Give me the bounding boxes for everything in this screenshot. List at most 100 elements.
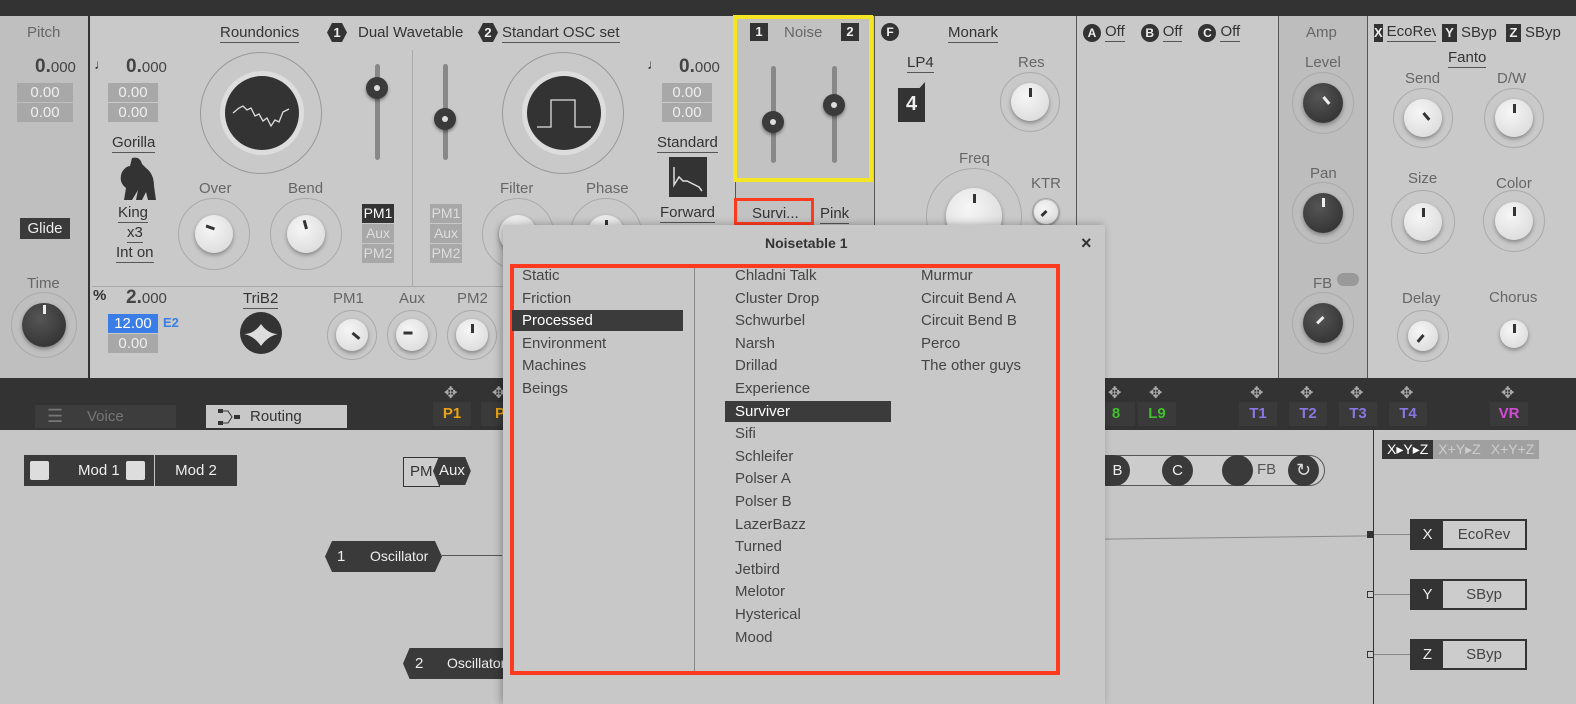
drag-handle-icon[interactable]: ✥ [1149, 383, 1162, 403]
fx-chain-node[interactable]: Z SByp [1410, 639, 1527, 670]
insert-c-node[interactable]: C [1162, 455, 1193, 486]
noise-item[interactable]: Perco [911, 333, 1051, 354]
dw-knob[interactable] [1484, 88, 1544, 148]
pm1-knob[interactable] [327, 310, 377, 360]
insert-slot-b[interactable]: B Off [1140, 23, 1183, 42]
drag-handle-icon[interactable]: ✥ [1300, 383, 1313, 403]
noise-item[interactable]: Cluster Drop [725, 288, 891, 309]
noise-item[interactable]: Chladni Talk [725, 265, 891, 286]
osc2-slot[interactable]: 2 [478, 23, 498, 42]
bend-knob[interactable] [270, 198, 342, 270]
osc2-type[interactable]: Standart OSC set [502, 24, 620, 43]
pitch-fine-2[interactable]: 0.00 [17, 103, 73, 122]
noise-item[interactable]: Schwurbel [725, 310, 891, 331]
category-item[interactable]: Environment [512, 333, 683, 354]
mod-source-t4[interactable]: T4 [1389, 402, 1427, 426]
category-item[interactable]: Machines [512, 355, 683, 376]
tab-routing[interactable]: Routing [206, 405, 347, 428]
aux-knob[interactable] [387, 310, 437, 360]
insert-slot-c[interactable]: C Off [1198, 23, 1241, 42]
mod-source-t2[interactable]: T2 [1289, 402, 1327, 426]
noise-item[interactable]: Circuit Bend B [911, 310, 1051, 331]
osc2-direction[interactable]: Forward [660, 204, 716, 223]
osc2-node[interactable]: 2 Oscillator [403, 648, 513, 679]
time-knob[interactable] [11, 292, 77, 358]
size-knob[interactable] [1391, 190, 1455, 254]
noise-item[interactable]: Surviver [725, 400, 891, 422]
osc2-pm2-button[interactable]: PM2 [430, 244, 462, 263]
mod1-toggle[interactable] [30, 461, 49, 480]
chorus-knob[interactable] [1498, 318, 1530, 350]
osc1-fine-1[interactable]: 0.00 [108, 83, 158, 102]
noise-item[interactable]: Polser B [725, 491, 891, 512]
fx-mode-1[interactable]: X+Y▸Z [1433, 440, 1486, 459]
noise-item[interactable]: Murmur [911, 265, 1051, 286]
osc1-mode-int[interactable]: Int on [116, 244, 154, 263]
noise-item[interactable]: Schleifer [725, 446, 891, 467]
fx-chain-node[interactable]: Y SByp [1410, 579, 1527, 610]
wavetable-select[interactable]: Roundonics [220, 24, 300, 43]
drag-handle-icon[interactable]: ✥ [444, 383, 457, 403]
fx-chain-node[interactable]: X EcoRev [1410, 519, 1527, 550]
noise-slot-2[interactable]: 2 [841, 23, 859, 41]
pm-fine[interactable]: 0.00 [108, 334, 158, 353]
osc1-mode-select[interactable]: Gorilla [112, 134, 156, 153]
osc1-mode-name[interactable]: King [118, 204, 149, 223]
noise-item[interactable]: Melotor [725, 581, 891, 602]
fx-slot-y[interactable]: Y SByp [1442, 23, 1500, 42]
noise-item[interactable]: Circuit Bend A [911, 288, 1051, 309]
osc1-mode-mult[interactable]: x3 [127, 224, 143, 243]
noise-item[interactable]: Mood [725, 627, 891, 648]
pm-semitone[interactable]: 12.00 [108, 314, 158, 333]
osc2-mode-select[interactable]: Standard [657, 134, 718, 153]
osc1-type[interactable]: Dual Wavetable [358, 24, 463, 41]
drag-handle-icon[interactable]: ✥ [1108, 383, 1121, 403]
drag-handle-icon[interactable]: ✥ [1350, 383, 1363, 403]
pm-ratio[interactable]: 2.000 [126, 287, 167, 309]
osc1-pm2-button[interactable]: PM2 [362, 244, 394, 263]
noise-item[interactable]: Jetbird [725, 559, 891, 580]
mod-source-l9[interactable]: L9 [1138, 402, 1176, 426]
glide-button[interactable]: Glide [20, 218, 70, 239]
mod-source-t3[interactable]: T3 [1339, 402, 1377, 426]
mod-source-p1[interactable]: P1 [433, 402, 471, 426]
mod2-node[interactable]: Mod 2 [155, 455, 237, 486]
osc1-pitch[interactable]: 0.000 [126, 56, 167, 78]
pm2-knob[interactable] [447, 310, 497, 360]
delay-knob[interactable] [1397, 310, 1449, 362]
fx-mode-0[interactable]: X▸Y▸Z [1382, 440, 1434, 459]
res-knob[interactable] [1000, 72, 1060, 132]
mod-source-t1[interactable]: T1 [1239, 402, 1277, 426]
level-knob[interactable] [1292, 72, 1354, 134]
fx-chain-port[interactable] [1367, 591, 1374, 598]
category-item[interactable]: Friction [512, 288, 683, 309]
osc2-pitch[interactable]: 0.000 [679, 56, 720, 78]
osc1-node[interactable]: 1 Oscillator [325, 541, 442, 572]
noise-item[interactable]: Hysterical [725, 604, 891, 625]
osc1-wavetable-display[interactable] [225, 76, 299, 150]
pitch-fine-1[interactable]: 0.00 [17, 83, 73, 102]
fx-chain-port[interactable] [1367, 651, 1374, 658]
fx-preset[interactable]: Fanto [1448, 49, 1487, 68]
pan-knob[interactable] [1292, 182, 1354, 244]
osc2-level-slider[interactable] [434, 64, 456, 160]
noise-item[interactable]: Polser A [725, 468, 891, 489]
aux-node[interactable]: Aux [433, 457, 471, 485]
fb-curve-icon[interactable] [1337, 273, 1359, 286]
tab-voice[interactable]: ☰ Voice [35, 405, 176, 428]
noise-item[interactable]: Sifi [725, 423, 891, 444]
drag-handle-icon[interactable]: ✥ [1501, 383, 1514, 403]
popup-close-button[interactable]: × [1081, 233, 1092, 254]
fb-loop-in-icon[interactable] [1222, 455, 1253, 486]
osc2-pm1-button[interactable]: PM1 [430, 204, 462, 223]
osc1-aux-button[interactable]: Aux [362, 224, 394, 243]
osc2-aux-button[interactable]: Aux [430, 224, 462, 243]
drag-handle-icon[interactable]: ✥ [1250, 383, 1263, 403]
filter-badge[interactable]: F [881, 23, 899, 41]
noise-item[interactable]: Turned [725, 536, 891, 557]
noise-item[interactable]: Experience [725, 378, 891, 399]
fx-slot-z[interactable]: Z SByp [1506, 23, 1564, 42]
category-item[interactable]: Processed [512, 310, 683, 332]
ktr-knob[interactable] [1032, 198, 1060, 226]
insert-slot-a[interactable]: A Off [1083, 23, 1125, 42]
